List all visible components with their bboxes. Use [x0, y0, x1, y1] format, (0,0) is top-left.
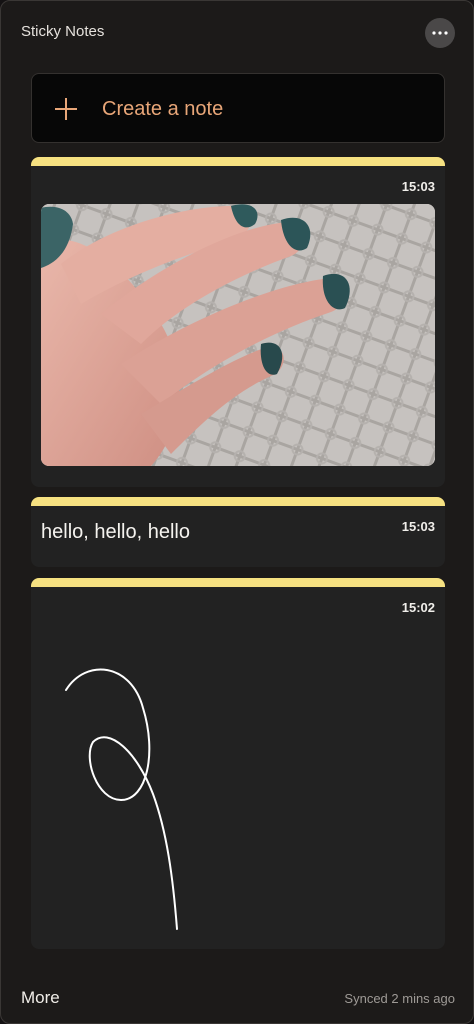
- note-card-text[interactable]: hello, hello, hello 15:03: [31, 497, 445, 567]
- note-text: hello, hello, hello: [41, 521, 190, 543]
- sticky-notes-window: Sticky Notes Create a note 15:03 hello, …: [0, 0, 474, 1024]
- more-menu-button[interactable]: [425, 18, 455, 48]
- create-note-label: Create a note: [102, 98, 224, 120]
- ink-drawing: [65, 668, 178, 930]
- note-color-bar: [31, 157, 445, 166]
- note-timestamp: 15:03: [401, 179, 435, 194]
- note-color-bar: [31, 497, 445, 506]
- note-card-image[interactable]: 15:03: [31, 157, 445, 487]
- title-bar: Sticky Notes: [1, 1, 474, 65]
- app-title: Sticky Notes: [21, 23, 105, 40]
- more-horizontal-icon: [432, 31, 448, 35]
- note-card-ink[interactable]: 15:02: [31, 578, 445, 949]
- sync-status: Synced 2 mins ago: [344, 991, 455, 1006]
- create-note-button[interactable]: Create a note: [31, 73, 445, 143]
- more-link[interactable]: More: [21, 988, 60, 1008]
- note-photo: [41, 204, 435, 466]
- plus-icon: [55, 98, 77, 120]
- note-timestamp: 15:03: [401, 519, 435, 534]
